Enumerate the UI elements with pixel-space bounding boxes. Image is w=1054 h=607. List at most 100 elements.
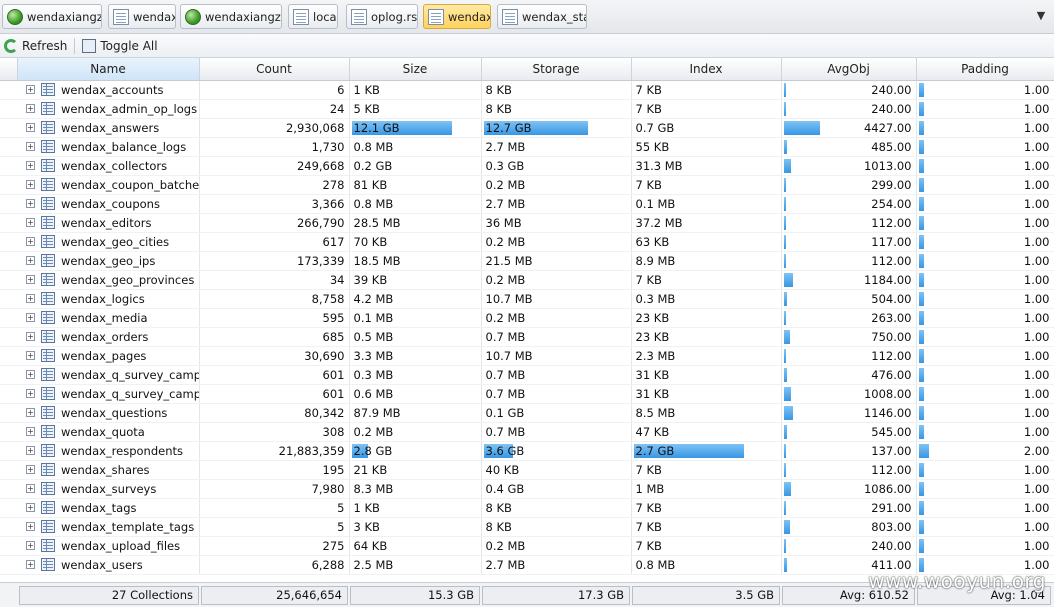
- tab-wendax-stat[interactable]: wendax_stat: [497, 4, 587, 29]
- expand-plus-icon[interactable]: +: [26, 446, 35, 455]
- collection-name-cell[interactable]: + wendax_upload_files: [17, 536, 200, 556]
- expand-plus-icon[interactable]: +: [26, 313, 35, 322]
- column-header-count[interactable]: Count: [199, 58, 350, 81]
- collection-row[interactable]: + wendax_geo_ips 173,339 18.5 MB 21.5 MB 8.9 …: [0, 251, 1054, 271]
- expand-plus-icon[interactable]: +: [26, 332, 35, 341]
- storage-value: 0.3 GB: [485, 158, 525, 173]
- tab-wendaxiangzi[interactable]: wendaxiangzi: [180, 4, 282, 29]
- collection-name-cell[interactable]: + wendax_coupons: [17, 194, 200, 214]
- collection-row[interactable]: + wendax_shares 195 21 KB 40 KB 7 KB 112.00 1.0…: [0, 460, 1054, 480]
- collection-name-cell[interactable]: + wendax_collectors: [17, 156, 200, 176]
- column-header-padding[interactable]: Padding: [916, 58, 1054, 81]
- collection-name-cell[interactable]: + wendax_users: [17, 555, 200, 575]
- collection-row[interactable]: + wendax_q_survey_camp... 601 0.6 MB 0.7 MB 3…: [0, 384, 1054, 404]
- collection-name-cell[interactable]: + wendax_q_survey_camp...: [17, 384, 200, 404]
- collection-name-cell[interactable]: + wendax_logics: [17, 289, 200, 309]
- collection-name-cell[interactable]: + wendax_accounts: [17, 80, 200, 100]
- expand-plus-icon[interactable]: +: [26, 237, 35, 246]
- expand-plus-icon[interactable]: +: [26, 427, 35, 436]
- tab-oplog-rs[interactable]: oplog.rs: [346, 4, 418, 29]
- collection-name-cell[interactable]: + wendax_respondents: [17, 441, 200, 461]
- expand-plus-icon[interactable]: +: [26, 484, 35, 493]
- collection-row[interactable]: + wendax_balance_logs 1,730 0.8 MB 2.7 MB 55 …: [0, 137, 1054, 157]
- expand-plus-icon[interactable]: +: [26, 85, 35, 94]
- collection-row[interactable]: + wendax_admin_op_logs 24 5 KB 8 KB 7 KB 240.0…: [0, 99, 1054, 119]
- collection-row[interactable]: + wendax_editors 266,790 28.5 MB 36 MB 37.2 M…: [0, 213, 1054, 233]
- expand-plus-icon[interactable]: +: [26, 180, 35, 189]
- column-header-storage[interactable]: Storage: [481, 58, 632, 81]
- collection-name-cell[interactable]: + wendax_answers: [17, 118, 200, 138]
- collection-name-cell[interactable]: + wendax_media: [17, 308, 200, 328]
- collection-row[interactable]: + wendax_answers 2,930,068 12.1 GB 12.7 GB 0.…: [0, 118, 1054, 138]
- collection-name-cell[interactable]: + wendax_pages: [17, 346, 200, 366]
- collection-name-cell[interactable]: + wendax_quota: [17, 422, 200, 442]
- expand-plus-icon[interactable]: +: [26, 503, 35, 512]
- tab-wendax-active[interactable]: wendax: [423, 4, 491, 29]
- collection-name-cell[interactable]: + wendax_shares: [17, 460, 200, 480]
- collection-name-cell[interactable]: + wendax_orders: [17, 327, 200, 347]
- collection-name-cell[interactable]: + wendax_questions: [17, 403, 200, 423]
- collection-row[interactable]: + wendax_collectors 249,668 0.2 GB 0.3 GB 31.…: [0, 156, 1054, 176]
- expand-plus-icon[interactable]: +: [26, 522, 35, 531]
- collection-row[interactable]: + wendax_accounts 6 1 KB 8 KB 7 KB 240.00 1.00: [0, 80, 1054, 100]
- column-header-name[interactable]: Name: [17, 58, 200, 81]
- padding-bar: [918, 101, 924, 116]
- padding-cell: 1.00: [916, 213, 1054, 233]
- expand-plus-icon[interactable]: +: [26, 408, 35, 417]
- column-header-index[interactable]: Index: [631, 58, 782, 81]
- collection-name-cell[interactable]: + wendax_geo_cities: [17, 232, 200, 252]
- collection-row[interactable]: + wendax_quota 308 0.2 MB 0.7 MB 47 KB 545.00 1…: [0, 422, 1054, 442]
- collection-row[interactable]: + wendax_geo_cities 617 70 KB 0.2 MB 63 KB 117…: [0, 232, 1054, 252]
- expand-plus-icon[interactable]: +: [26, 199, 35, 208]
- collection-row[interactable]: + wendax_q_survey_camp... 601 0.3 MB 0.7 MB 3…: [0, 365, 1054, 385]
- collection-row[interactable]: + wendax_coupons 3,366 0.8 MB 2.7 MB 0.1 MB 25…: [0, 194, 1054, 214]
- column-header-size[interactable]: Size: [349, 58, 482, 81]
- collection-row[interactable]: + wendax_respondents 21,883,359 2.8 GB 3.6 G…: [0, 441, 1054, 461]
- expand-plus-icon[interactable]: +: [26, 294, 35, 303]
- refresh-button[interactable]: Refresh: [0, 36, 71, 56]
- collection-name-cell[interactable]: + wendax_admin_op_logs: [17, 99, 200, 119]
- collection-name-cell[interactable]: + wendax_editors: [17, 213, 200, 233]
- collection-name-cell[interactable]: + wendax_q_survey_camp...: [17, 365, 200, 385]
- collection-row[interactable]: + wendax_tags 5 1 KB 8 KB 7 KB 291.00 1.00: [0, 498, 1054, 518]
- tab-local[interactable]: local: [288, 4, 338, 29]
- collection-row[interactable]: + wendax_coupon_batches 278 81 KB 0.2 MB 7 KB…: [0, 175, 1054, 195]
- expand-plus-icon[interactable]: +: [26, 104, 35, 113]
- toggle-all-button[interactable]: Toggle All: [78, 36, 161, 56]
- expand-plus-icon[interactable]: +: [26, 161, 35, 170]
- collection-row[interactable]: + wendax_pages 30,690 3.3 MB 10.7 MB 2.3 MB 11…: [0, 346, 1054, 366]
- collection-row[interactable]: + wendax_media 595 0.1 MB 0.2 MB 23 KB 263.00 1…: [0, 308, 1054, 328]
- expand-plus-icon[interactable]: +: [26, 218, 35, 227]
- expand-plus-icon[interactable]: +: [26, 351, 35, 360]
- collection-row[interactable]: + wendax_upload_files 275 64 KB 0.2 MB 7 KB 24…: [0, 536, 1054, 556]
- collection-name-cell[interactable]: + wendax_geo_provinces: [17, 270, 200, 290]
- collection-row[interactable]: + wendax_questions 80,342 87.9 MB 0.1 GB 8.5 …: [0, 403, 1054, 423]
- collection-row[interactable]: + wendax_surveys 7,980 8.3 MB 0.4 GB 1 MB 1086…: [0, 479, 1054, 499]
- padding-value: 1.00: [1023, 82, 1050, 97]
- expand-plus-icon[interactable]: +: [26, 560, 35, 569]
- expand-plus-icon[interactable]: +: [26, 370, 35, 379]
- collection-name-cell[interactable]: + wendax_tags: [17, 498, 200, 518]
- expand-plus-icon[interactable]: +: [26, 389, 35, 398]
- tab-wendaxiangzi[interactable]: wendaxiangzi: [2, 4, 102, 29]
- expand-plus-icon[interactable]: +: [26, 465, 35, 474]
- column-header-avgobj[interactable]: AvgObj: [781, 58, 917, 81]
- expand-plus-icon[interactable]: +: [26, 275, 35, 284]
- collection-name-cell[interactable]: + wendax_balance_logs: [17, 137, 200, 157]
- collection-row[interactable]: + wendax_geo_provinces 34 39 KB 0.2 MB 7 KB 11…: [0, 270, 1054, 290]
- expand-plus-icon[interactable]: +: [26, 123, 35, 132]
- expand-plus-icon[interactable]: +: [26, 142, 35, 151]
- collection-row[interactable]: + wendax_logics 8,758 4.2 MB 10.7 MB 0.3 MB 50…: [0, 289, 1054, 309]
- collection-name-cell[interactable]: + wendax_template_tags: [17, 517, 200, 537]
- collection-row[interactable]: + wendax_template_tags 5 3 KB 8 KB 7 KB 803.00…: [0, 517, 1054, 537]
- tab-wendax[interactable]: wendax: [108, 4, 176, 29]
- collection-row[interactable]: + wendax_orders 685 0.5 MB 0.7 MB 23 KB 750.00…: [0, 327, 1054, 347]
- collection-table-icon: [41, 501, 55, 514]
- collection-name-cell[interactable]: + wendax_geo_ips: [17, 251, 200, 271]
- index-cell: 7 KB: [631, 175, 782, 195]
- collection-name-cell[interactable]: + wendax_surveys: [17, 479, 200, 499]
- tab-menu-chevron-icon[interactable]: ▼: [1034, 9, 1048, 23]
- collection-name-cell[interactable]: + wendax_coupon_batches: [17, 175, 200, 195]
- expand-plus-icon[interactable]: +: [26, 541, 35, 550]
- expand-plus-icon[interactable]: +: [26, 256, 35, 265]
